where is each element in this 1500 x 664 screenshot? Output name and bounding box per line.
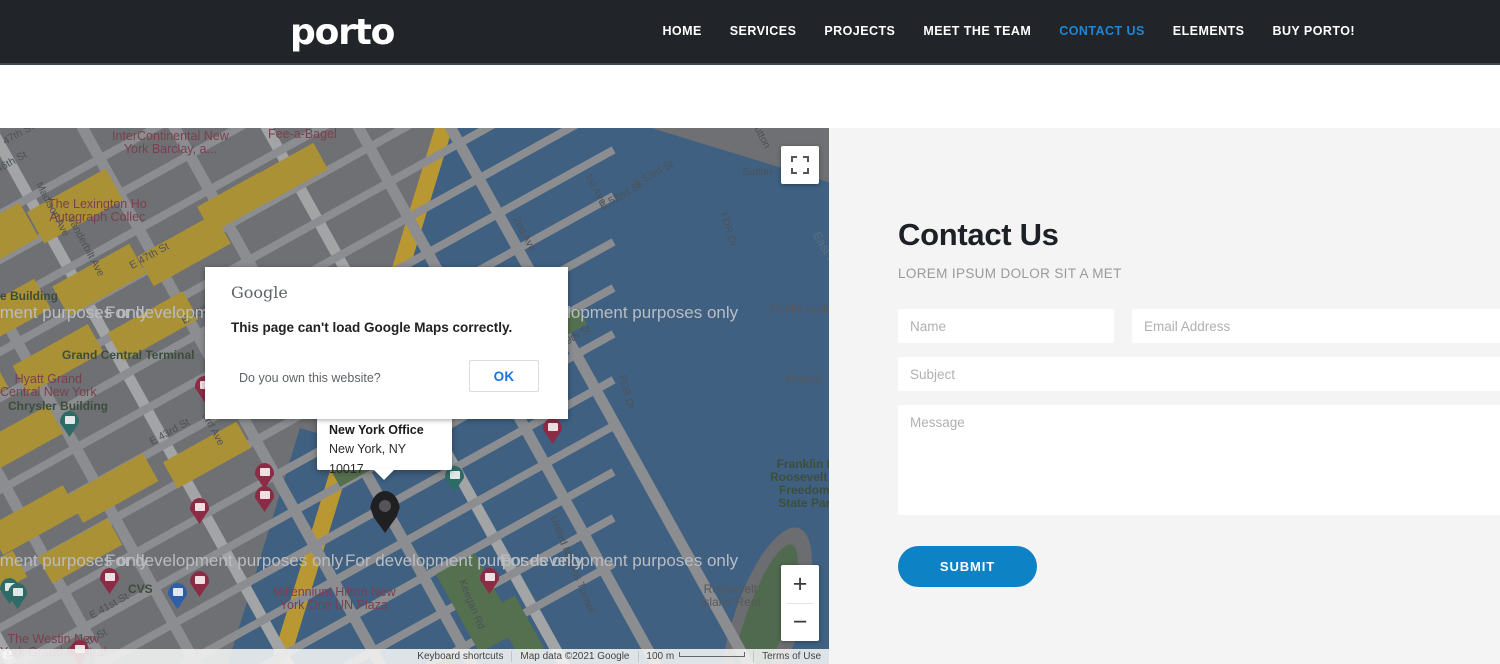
- keyboard-shortcuts-link[interactable]: Keyboard shortcuts: [409, 651, 511, 662]
- info-window-title: New York Office: [329, 421, 440, 439]
- map-label: Chrysler Building: [8, 400, 108, 413]
- map-label: e Building: [0, 290, 58, 303]
- google-maps-error-dialog[interactable]: Google This page can't load Google Maps …: [205, 267, 568, 419]
- map-scale-label: 100 m: [646, 651, 674, 662]
- dialog-question: Do you own this website?: [239, 371, 381, 385]
- map-attribution-bar: Keyboard shortcuts Map data ©2021 Google…: [0, 649, 829, 664]
- map-fullscreen-button[interactable]: [781, 146, 819, 184]
- subject-input[interactable]: [898, 357, 1500, 391]
- site-header: porto HOME SERVICES PROJECTS MEET THE TEAM C…: [0, 0, 1500, 65]
- google-map[interactable]: InterContinental New York Barclay, a... F…: [0, 128, 829, 664]
- map-canvas[interactable]: InterContinental New York Barclay, a... F…: [0, 128, 829, 664]
- map-label: Roosevelt Island Reef: [700, 583, 761, 609]
- terms-of-use-link[interactable]: Terms of Use: [754, 651, 829, 662]
- map-label: Sutton: [742, 166, 772, 179]
- form-row-subject: [898, 357, 1500, 391]
- dialog-brand-label: Google: [231, 283, 288, 302]
- map-data-credit: Map data ©2021 Google: [512, 651, 637, 662]
- scale-bar-graphic: [679, 652, 745, 657]
- nav-item-meet-the-team[interactable]: MEET THE TEAM: [923, 24, 1031, 38]
- main-navigation: HOME SERVICES PROJECTS MEET THE TEAM CONTACT…: [662, 24, 1355, 38]
- map-zoom-in-button[interactable]: +: [781, 565, 819, 603]
- map-scale: 100 m: [638, 651, 753, 662]
- site-logo[interactable]: porto: [290, 14, 394, 52]
- submit-button[interactable]: SUBMIT: [898, 546, 1037, 587]
- nav-item-buy-porto[interactable]: BUY PORTO!: [1272, 24, 1355, 38]
- map-label: Franklin D. Roosevelt Fo Freedoms State …: [770, 458, 829, 510]
- map-label: Grand Central Terminal: [62, 349, 194, 362]
- email-input[interactable]: [1132, 309, 1500, 343]
- header-spacer: [0, 65, 1500, 128]
- map-info-window[interactable]: New York Office New York, NY 10017: [317, 412, 452, 470]
- name-input[interactable]: [898, 309, 1114, 343]
- contact-form: SUBMIT: [898, 309, 1500, 587]
- info-window-pointer: [373, 469, 395, 480]
- contact-panel: Contact Us LOREM IPSUM DOLOR SIT A MET S…: [829, 128, 1500, 664]
- map-label: Fee-a-Bagel: [268, 128, 337, 141]
- form-row-message: [898, 405, 1500, 515]
- nav-item-elements[interactable]: ELEMENTS: [1173, 24, 1245, 38]
- map-label: Millennium Hilton New York One UN Plaza: [272, 586, 396, 612]
- form-row-name-email: [898, 309, 1500, 343]
- message-textarea[interactable]: [898, 405, 1500, 515]
- nav-item-projects[interactable]: PROJECTS: [824, 24, 895, 38]
- map-label: CVS: [128, 583, 153, 596]
- nav-item-home[interactable]: HOME: [662, 24, 701, 38]
- map-label: Hyatt Grand Central New York: [0, 373, 97, 399]
- map-zoom-controls: + −: [781, 565, 819, 641]
- map-label: Public restr: [770, 303, 829, 316]
- nav-item-contact-us[interactable]: CONTACT US: [1059, 24, 1145, 38]
- nav-item-services[interactable]: SERVICES: [730, 24, 797, 38]
- dialog-ok-button[interactable]: OK: [469, 360, 539, 392]
- map-label: InterContinental New York Barclay, a...: [112, 130, 229, 156]
- page-subtitle: LOREM IPSUM DOLOR SIT A MET: [898, 266, 1122, 281]
- page-title: Contact Us: [898, 217, 1059, 253]
- map-label: Memor: [785, 373, 822, 386]
- dialog-message: This page can't load Google Maps correct…: [231, 320, 512, 335]
- map-watermark: For development purposes only: [0, 303, 148, 323]
- map-zoom-out-button[interactable]: −: [781, 603, 819, 641]
- map-watermark: For development purposes only: [500, 551, 738, 571]
- map-watermark: For development purposes only: [0, 551, 148, 571]
